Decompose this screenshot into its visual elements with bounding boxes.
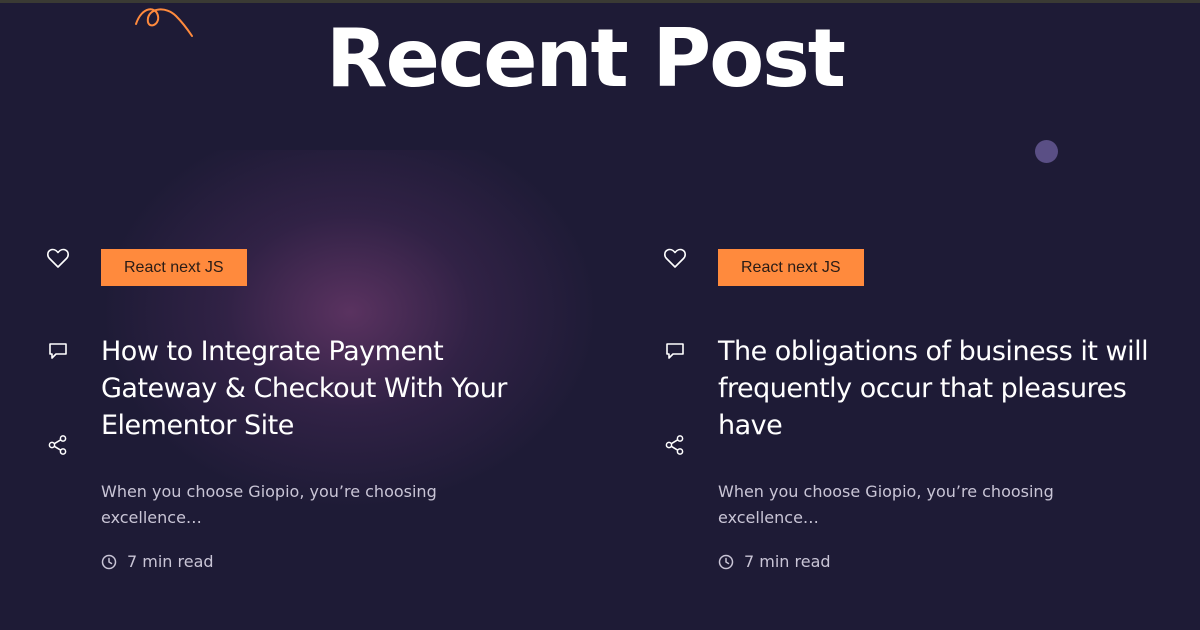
decorative-dot [1035, 140, 1058, 163]
comment-button[interactable] [661, 337, 689, 365]
post-excerpt: When you choose Giopio, you’re choosing … [718, 482, 1054, 527]
read-time-label: 7 min read [744, 552, 831, 571]
share-icon [48, 435, 67, 455]
post-tag[interactable]: React next JS [101, 249, 247, 286]
comment-button[interactable] [44, 337, 72, 365]
read-time: 7 min read [101, 552, 214, 571]
post-excerpt: When you choose Giopio, you’re choosing … [101, 482, 437, 527]
share-button[interactable] [661, 431, 689, 459]
comment-icon [49, 343, 67, 359]
read-time: 7 min read [718, 552, 831, 571]
like-button[interactable] [44, 244, 72, 272]
read-time-label: 7 min read [127, 552, 214, 571]
post-card: React next JS The obligations of busines… [657, 240, 1177, 600]
post-card: React next JS How to Integrate Payment G… [40, 240, 560, 600]
comment-icon [666, 343, 684, 359]
share-icon [665, 435, 684, 455]
post-title[interactable]: How to Integrate Payment Gateway & Check… [101, 333, 541, 444]
post-title[interactable]: The obligations of business it will freq… [718, 333, 1158, 444]
like-button[interactable] [661, 244, 689, 272]
section-title: Recent Post [325, 12, 846, 105]
clock-icon [101, 554, 117, 569]
heart-icon [47, 248, 69, 268]
heart-icon [664, 248, 686, 268]
post-tag[interactable]: React next JS [718, 249, 864, 286]
clock-icon [718, 554, 734, 569]
share-button[interactable] [44, 431, 72, 459]
